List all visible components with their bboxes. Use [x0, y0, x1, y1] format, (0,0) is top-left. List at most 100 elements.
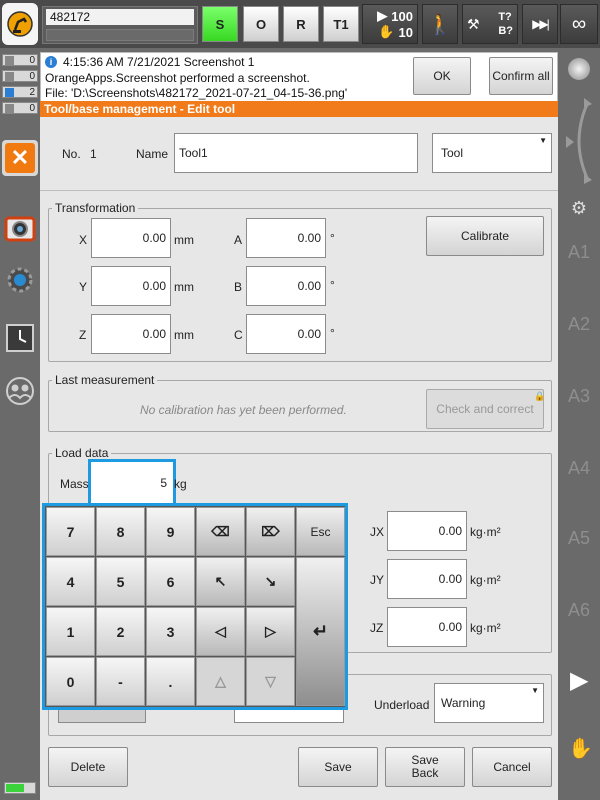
left-arrow-key[interactable]: ◁ — [196, 607, 245, 656]
info-icon: i — [45, 56, 57, 68]
tool-name-input[interactable]: Tool1 — [174, 133, 418, 173]
delete-char-icon: ⌦ — [261, 523, 280, 539]
underload-select[interactable]: Warning ▼ — [434, 683, 544, 723]
jog-override: 10 — [398, 24, 413, 40]
tool-icon: ⚒ — [467, 15, 480, 32]
play-icon[interactable]: ▶ — [570, 666, 588, 695]
robot-name-box[interactable]: 482172 — [42, 6, 198, 44]
counter-value: 0 — [29, 102, 35, 114]
escape-key[interactable]: Esc — [296, 507, 345, 556]
battery-fill — [6, 784, 24, 792]
message-counter-error[interactable]: 0 — [2, 54, 38, 66]
axis-a2[interactable]: A2 — [558, 314, 600, 335]
tool-type-select[interactable]: Tool ▼ — [432, 133, 552, 173]
c-unit: ° — [330, 326, 335, 340]
cancel-button[interactable]: Cancel — [472, 747, 552, 787]
globe-icon[interactable] — [568, 58, 590, 80]
override-button[interactable]: ▶ 100 ✋ 10 — [362, 4, 418, 44]
mass-input[interactable]: 5 — [93, 464, 171, 502]
axis-a5[interactable]: A5 — [558, 528, 600, 549]
z-label: Z — [79, 328, 87, 342]
save-back-button[interactable]: Save Back — [385, 747, 465, 787]
continuous-jog-button[interactable]: ∞ — [560, 4, 598, 44]
message-counter-info[interactable]: 2 — [2, 86, 38, 98]
key-2[interactable]: 2 — [96, 607, 145, 656]
message-line-2: OrangeApps.Screenshot performed a screen… — [45, 71, 310, 85]
jy-input[interactable]: 0.00 — [387, 559, 467, 599]
program-override: 100 — [391, 8, 413, 24]
robot-id: 482172 — [46, 9, 194, 25]
jx-label: JX — [370, 525, 385, 539]
decimal-key[interactable]: . — [146, 657, 195, 706]
key-4[interactable]: 4 — [46, 557, 95, 606]
up-arrow-key[interactable]: △ — [196, 657, 245, 706]
y-input[interactable]: 0.00 — [91, 266, 171, 306]
key-3[interactable]: 3 — [146, 607, 195, 656]
tool-base-button[interactable]: ⚒ T? B? — [462, 4, 518, 44]
x-input[interactable]: 0.00 — [91, 218, 171, 258]
delete-key[interactable]: ⌦ — [246, 507, 295, 556]
key-7[interactable]: 7 — [46, 507, 95, 556]
jx-input[interactable]: 0.00 — [387, 511, 467, 551]
walking-person-icon: 🚶 — [427, 13, 453, 36]
key-9[interactable]: 9 — [146, 507, 195, 556]
skip-forward-icon: ▶▶| — [532, 17, 550, 31]
enter-key[interactable]: ↵ — [296, 557, 345, 706]
confirm-all-button[interactable]: Confirm all — [489, 57, 553, 95]
warning-icon — [5, 71, 14, 81]
right-arrow-key[interactable]: ▷ — [246, 607, 295, 656]
a-input[interactable]: 0.00 — [246, 218, 326, 258]
tool-type-value: Tool — [441, 146, 464, 160]
key-0[interactable]: 0 — [46, 657, 95, 706]
robot-coordinate-icon: ⚙ — [570, 198, 588, 218]
transformation-title: Transformation — [52, 201, 139, 215]
b-input[interactable]: 0.00 — [246, 266, 326, 306]
z-input[interactable]: 0.00 — [91, 314, 171, 354]
axis-a1[interactable]: A1 — [558, 242, 600, 263]
save-button[interactable]: Save — [298, 747, 378, 787]
jog-hand-icon[interactable]: ✋ — [568, 736, 593, 761]
key-5[interactable]: 5 — [96, 557, 145, 606]
drives-button[interactable]: O — [243, 6, 279, 42]
jz-input[interactable]: 0.00 — [387, 607, 467, 647]
app-window: 482172 S O R T1 ▶ 100 ✋ 10 🚶 ⚒ T? B? ▶▶|… — [0, 0, 600, 800]
jx-unit: kg·m² — [470, 525, 501, 539]
message-counter-warning[interactable]: 0 — [2, 70, 38, 82]
c-label: C — [234, 328, 243, 342]
axis-a4[interactable]: A4 — [558, 458, 600, 479]
calibrate-button[interactable]: Calibrate — [426, 216, 544, 256]
screenshot-button[interactable] — [2, 210, 38, 246]
message-counter-wait[interactable]: 0 — [2, 102, 38, 114]
home-key[interactable]: ↖ — [196, 557, 245, 606]
jog-mode-button[interactable]: 🚶 — [422, 4, 458, 44]
operating-mode-button[interactable]: T1 — [323, 6, 359, 42]
key-8[interactable]: 8 — [96, 507, 145, 556]
jog-6d-mouse-icon[interactable] — [562, 96, 596, 186]
ok-button[interactable]: OK — [413, 57, 471, 95]
key-1[interactable]: 1 — [46, 607, 95, 656]
c-input[interactable]: 0.00 — [246, 314, 326, 354]
axis-a6[interactable]: A6 — [558, 600, 600, 621]
check-and-correct-button[interactable]: Check and correct — [426, 389, 544, 429]
backspace-icon: ⌫ — [211, 523, 230, 539]
incremental-jog-button[interactable]: ▶▶| — [522, 4, 558, 44]
kuka-logo-button[interactable] — [2, 3, 38, 45]
delete-button[interactable]: Delete — [48, 747, 128, 787]
end-key[interactable]: ↘ — [246, 557, 295, 606]
axis-a3[interactable]: A3 — [558, 386, 600, 407]
lock-icon: 🔒 — [534, 391, 546, 401]
dropdown-arrow-icon: ▼ — [531, 686, 539, 695]
user-group-icon — [6, 377, 34, 405]
user-group-button[interactable] — [2, 373, 38, 409]
clock-button[interactable] — [2, 320, 38, 356]
submit-interpreter-button[interactable]: S — [202, 6, 238, 42]
minus-key[interactable]: - — [96, 657, 145, 706]
mass-label: Mass — [60, 477, 89, 491]
settings-button[interactable] — [2, 262, 38, 298]
key-6[interactable]: 6 — [146, 557, 195, 606]
number-label: No. — [62, 147, 81, 161]
close-window-button[interactable]: ✕ — [2, 140, 38, 176]
down-arrow-key[interactable]: ▽ — [246, 657, 295, 706]
robot-interpreter-button[interactable]: R — [283, 6, 319, 42]
backspace-key[interactable]: ⌫ — [196, 507, 245, 556]
